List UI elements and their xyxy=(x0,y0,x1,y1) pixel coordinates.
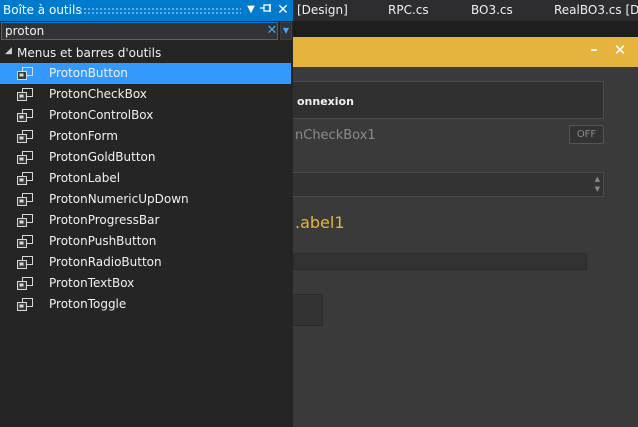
component-icon xyxy=(17,88,33,101)
tool-label: ProtonTextBox xyxy=(49,276,135,290)
up-arrow-icon[interactable]: ▲ xyxy=(595,175,600,183)
collapse-arrow-icon[interactable]: ◢ xyxy=(5,46,12,56)
tool-label: ProtonGoldButton xyxy=(49,150,156,164)
tool-label: ProtonRadioButton xyxy=(49,255,162,269)
minimize-icon[interactable]: – xyxy=(587,42,601,58)
auto-hide-pin-icon[interactable] xyxy=(259,3,273,17)
close-panel-icon[interactable]: ✕ xyxy=(275,2,291,18)
tool-item-protonform[interactable]: ProtonForm xyxy=(0,126,291,147)
component-icon xyxy=(17,256,33,269)
tool-list: ProtonButton ProtonCheckBox ProtonContro… xyxy=(0,63,293,315)
search-options-dropdown[interactable]: ▼ xyxy=(280,22,292,40)
component-icon xyxy=(17,172,33,185)
tab-rpc-cs[interactable]: RPC.cs xyxy=(388,3,429,17)
component-icon xyxy=(17,109,33,122)
component-icon xyxy=(17,235,33,248)
clear-search-icon[interactable]: ✕ xyxy=(265,23,279,39)
tool-label: ProtonCheckBox xyxy=(49,87,147,101)
group-title: onnexion xyxy=(297,95,354,108)
tool-label: ProtonToggle xyxy=(49,297,127,311)
tool-item-protontextbox[interactable]: ProtonTextBox xyxy=(0,273,291,294)
component-icon xyxy=(17,214,33,227)
tool-item-protonradiobutton[interactable]: ProtonRadioButton xyxy=(0,252,291,273)
component-icon xyxy=(17,193,33,206)
component-icon xyxy=(17,298,33,311)
window-position-dropdown-icon[interactable]: ▼ xyxy=(244,3,258,17)
close-icon[interactable]: ✕ xyxy=(612,41,628,59)
down-arrow-icon[interactable]: ▼ xyxy=(595,185,600,193)
tool-label: ProtonLabel xyxy=(49,171,121,185)
toolbox-header[interactable]: Boîte à outils ▼ ✕ xyxy=(0,0,293,21)
proton-checkbox-label[interactable]: nCheckBox1 xyxy=(295,128,376,143)
category-label: Menus et barres d'outils xyxy=(17,46,162,60)
tool-item-protoncheckbox[interactable]: ProtonCheckBox xyxy=(0,84,291,105)
toolbox-panel: Boîte à outils ▼ ✕ ✕ ▼ ◢ Menus et barres… xyxy=(0,0,293,427)
tool-label: ProtonForm xyxy=(49,129,118,143)
form-titlebar[interactable]: – ✕ xyxy=(293,37,638,67)
proton-form[interactable]: – ✕ onnexion nCheckBox1 OFF ▲ ▼ .abel1 xyxy=(293,37,638,427)
proton-toggle[interactable]: OFF xyxy=(569,125,604,144)
component-icon xyxy=(17,130,33,143)
pin-icon xyxy=(260,4,271,12)
tool-label: ProtonButton xyxy=(49,66,128,80)
component-icon xyxy=(17,151,33,164)
tool-label: ProtonPushButton xyxy=(49,234,157,248)
tool-label: ProtonProgressBar xyxy=(49,213,160,227)
tab-bo3-cs[interactable]: BO3.cs xyxy=(471,3,513,17)
category-menus-toolbars[interactable]: ◢ Menus et barres d'outils xyxy=(0,44,293,63)
proton-numeric-updown[interactable]: ▲ ▼ xyxy=(293,172,604,197)
tool-item-protonlabel[interactable]: ProtonLabel xyxy=(0,168,291,189)
tool-item-protoncontrolbox[interactable]: ProtonControlBox xyxy=(0,105,291,126)
component-icon xyxy=(17,67,33,80)
tool-label: ProtonNumericUpDown xyxy=(49,192,189,206)
tool-item-protongoldbutton[interactable]: ProtonGoldButton xyxy=(0,147,291,168)
tool-item-protonprogressbar[interactable]: ProtonProgressBar xyxy=(0,210,291,231)
tab-design[interactable]: [Design] xyxy=(297,3,348,17)
tab-realbo3-design[interactable]: RealBO3.cs [Design] xyxy=(554,3,638,17)
toolbox-title: Boîte à outils xyxy=(3,3,82,17)
proton-push-button[interactable] xyxy=(293,294,323,326)
search-input[interactable] xyxy=(5,24,255,38)
proton-progress-bar[interactable] xyxy=(293,253,587,270)
document-tabs: [Design] RPC.cs BO3.cs RealBO3.cs [Desig… xyxy=(293,0,638,21)
connection-group-box[interactable]: onnexion xyxy=(293,81,604,119)
search-box[interactable]: ✕ xyxy=(1,22,278,40)
component-icon xyxy=(17,277,33,290)
drag-grip[interactable] xyxy=(75,7,241,15)
tool-item-protonpushbutton[interactable]: ProtonPushButton xyxy=(0,231,291,252)
tool-item-protonnumericupdown[interactable]: ProtonNumericUpDown xyxy=(0,189,291,210)
proton-label[interactable]: .abel1 xyxy=(295,213,345,232)
tool-item-protontoggle[interactable]: ProtonToggle xyxy=(0,294,291,315)
designer-surface: – ✕ onnexion nCheckBox1 OFF ▲ ▼ .abel1 xyxy=(293,21,638,427)
tool-item-protonbutton[interactable]: ProtonButton xyxy=(0,63,291,84)
tool-label: ProtonControlBox xyxy=(49,108,154,122)
